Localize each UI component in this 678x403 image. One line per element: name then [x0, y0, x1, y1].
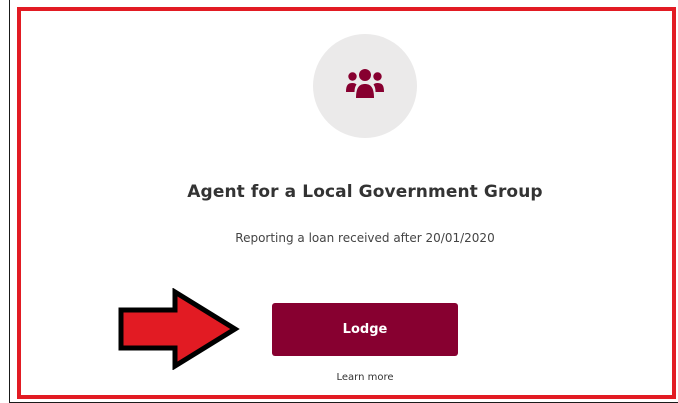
lodge-button[interactable]: Lodge — [272, 303, 458, 356]
card-title: Agent for a Local Government Group — [187, 182, 543, 202]
red-arrow-icon — [118, 288, 240, 370]
learn-more-link[interactable]: Learn more — [272, 372, 458, 383]
card-icon-circle — [313, 34, 417, 138]
card-subtitle: Reporting a loan received after 20/01/20… — [235, 231, 495, 245]
users-group-icon — [346, 69, 384, 98]
screenshot-frame: Agent for a Local Government Group Repor… — [0, 0, 678, 403]
